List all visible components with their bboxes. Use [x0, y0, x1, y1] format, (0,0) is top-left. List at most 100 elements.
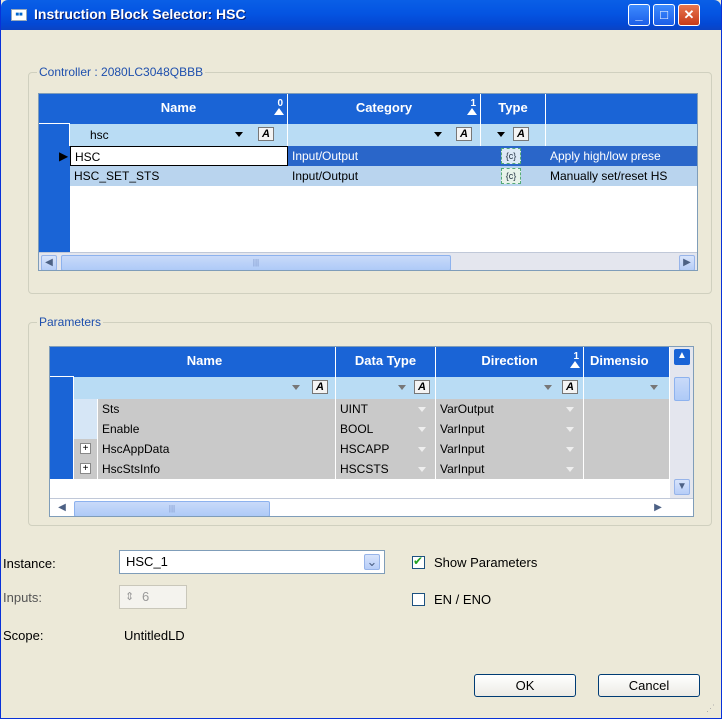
- minimize-button[interactable]: _: [628, 4, 650, 26]
- table-row-description[interactable]: Manually set/reset HS: [546, 166, 697, 186]
- dialog-window: ■■ Instruction Block Selector: HSC _ □ ✕…: [0, 0, 722, 719]
- param-header-data-type[interactable]: Data Type: [336, 347, 436, 377]
- spin-icon: ⇕: [125, 591, 135, 603]
- dropdown-arrow-icon[interactable]: [292, 385, 300, 390]
- param-row-direction[interactable]: VarInput: [436, 419, 584, 439]
- vscroll-thumb[interactable]: [674, 377, 690, 401]
- dropdown-arrow-icon[interactable]: [418, 467, 426, 472]
- row-indicator[interactable]: ▶: [39, 146, 70, 166]
- row-indicator[interactable]: [39, 166, 70, 186]
- table-row-name[interactable]: HSC: [70, 146, 288, 166]
- dropdown-arrow-icon[interactable]: [434, 132, 442, 137]
- expand-icon[interactable]: +: [80, 443, 91, 454]
- param-row-direction[interactable]: VarInput: [436, 459, 584, 479]
- column-header-type[interactable]: Type: [481, 94, 546, 124]
- table-row-description[interactable]: Apply high/low prese: [546, 146, 697, 166]
- filter-row-header: [50, 377, 74, 399]
- scroll-right-button[interactable]: ▶: [650, 501, 666, 516]
- show-parameters-label[interactable]: Show Parameters: [434, 555, 537, 570]
- param-header-dimension[interactable]: Dimensio: [584, 347, 670, 377]
- param-horizontal-scrollbar[interactable]: ◀ ||| ▶: [50, 498, 693, 516]
- filter-category-cell[interactable]: A: [288, 124, 481, 146]
- expander-cell[interactable]: +: [74, 439, 98, 459]
- filter-options-icon[interactable]: A: [562, 380, 578, 394]
- filter-type-cell[interactable]: A: [481, 124, 546, 146]
- show-parameters-checkbox[interactable]: ✔: [412, 554, 425, 569]
- filter-options-icon[interactable]: A: [456, 127, 472, 141]
- scroll-right-button[interactable]: ▶: [679, 255, 695, 270]
- parameters-grid[interactable]: Name Data Type Direction 1 Dimensio A A …: [49, 346, 694, 517]
- param-header-name[interactable]: Name: [74, 347, 336, 377]
- param-filter-dimension[interactable]: [584, 377, 670, 399]
- column-header-category[interactable]: Category 1: [288, 94, 481, 124]
- scope-value: UntitledLD: [124, 628, 185, 643]
- dropdown-arrow-icon[interactable]: [418, 427, 426, 432]
- dropdown-arrow-icon[interactable]: [418, 447, 426, 452]
- filter-options-icon[interactable]: A: [312, 380, 328, 394]
- param-row-dimension[interactable]: [584, 459, 670, 479]
- instance-combo[interactable]: HSC_1 ⌄: [119, 550, 385, 574]
- param-row-direction[interactable]: VarInput: [436, 439, 584, 459]
- filter-options-icon[interactable]: A: [513, 127, 529, 141]
- table-row-name[interactable]: HSC_SET_STS: [70, 166, 288, 186]
- param-row-dimension[interactable]: [584, 419, 670, 439]
- title-bar[interactable]: ■■ Instruction Block Selector: HSC _ □ ✕: [1, 0, 721, 30]
- expander-cell[interactable]: +: [74, 459, 98, 479]
- dropdown-arrow-icon[interactable]: [566, 447, 574, 452]
- param-filter-name[interactable]: A: [74, 377, 336, 399]
- param-filter-direction[interactable]: A: [436, 377, 584, 399]
- filter-name-cell[interactable]: hsc A: [70, 124, 288, 146]
- table-row-category[interactable]: Input/Output: [288, 166, 481, 186]
- vertical-scrollbar[interactable]: ▲ ▼: [670, 347, 693, 498]
- param-row-name[interactable]: HscStsInfo: [98, 459, 336, 479]
- dropdown-arrow-icon[interactable]: [566, 427, 574, 432]
- scroll-up-button[interactable]: ▲: [674, 349, 690, 365]
- table-row-type[interactable]: {c}: [481, 146, 546, 166]
- filter-options-icon[interactable]: A: [414, 380, 430, 394]
- row-indicator[interactable]: [50, 419, 74, 439]
- scroll-down-button[interactable]: ▼: [674, 479, 690, 495]
- scrollbar-thumb[interactable]: |||: [61, 255, 451, 270]
- chevron-down-icon[interactable]: ⌄: [364, 554, 380, 570]
- ok-button[interactable]: OK: [474, 674, 576, 697]
- row-indicator[interactable]: [50, 439, 74, 459]
- param-filter-data-type[interactable]: A: [336, 377, 436, 399]
- cancel-button[interactable]: Cancel: [598, 674, 700, 697]
- dropdown-arrow-icon[interactable]: [497, 132, 505, 137]
- param-row-name[interactable]: Sts: [98, 399, 336, 419]
- dropdown-arrow-icon[interactable]: [418, 407, 426, 412]
- horizontal-scrollbar[interactable]: ◀ ||| ▶: [39, 252, 697, 270]
- param-row-dimension[interactable]: [584, 439, 670, 459]
- window-app-icon: ■■: [11, 9, 27, 21]
- param-row-direction[interactable]: VarOutput: [436, 399, 584, 419]
- sort-arrow-icon: [570, 361, 580, 368]
- table-row-type[interactable]: {c}: [481, 166, 546, 186]
- en-eno-checkbox[interactable]: [412, 593, 425, 606]
- close-button[interactable]: ✕: [678, 4, 700, 26]
- param-row-dimension[interactable]: [584, 399, 670, 419]
- expander-cell[interactable]: [74, 399, 98, 419]
- resize-grip-icon[interactable]: ⋰: [706, 703, 715, 714]
- param-row-name[interactable]: HscAppData: [98, 439, 336, 459]
- scroll-left-button[interactable]: ◀: [54, 501, 70, 516]
- filter-options-icon[interactable]: A: [258, 127, 274, 141]
- dropdown-arrow-icon[interactable]: [650, 385, 658, 390]
- param-scrollbar-thumb[interactable]: |||: [74, 501, 270, 516]
- table-row-category[interactable]: Input/Output: [288, 146, 481, 166]
- maximize-button[interactable]: □: [653, 4, 675, 26]
- dropdown-arrow-icon[interactable]: [566, 467, 574, 472]
- dropdown-arrow-icon[interactable]: [235, 132, 243, 137]
- row-indicator[interactable]: [50, 459, 74, 479]
- param-header-direction[interactable]: Direction 1: [436, 347, 584, 377]
- param-row-name[interactable]: Enable: [98, 419, 336, 439]
- instruction-grid[interactable]: Name 0 Category 1 Type hsc A A A ▶ HSC I…: [38, 93, 698, 271]
- scroll-left-button[interactable]: ◀: [41, 255, 57, 270]
- column-header-name[interactable]: Name 0: [70, 94, 288, 124]
- dropdown-arrow-icon[interactable]: [544, 385, 552, 390]
- expand-icon[interactable]: +: [80, 463, 91, 474]
- en-eno-label[interactable]: EN / ENO: [434, 592, 491, 607]
- dropdown-arrow-icon[interactable]: [566, 407, 574, 412]
- row-indicator[interactable]: [50, 399, 74, 419]
- dropdown-arrow-icon[interactable]: [398, 385, 406, 390]
- expander-cell[interactable]: [74, 419, 98, 439]
